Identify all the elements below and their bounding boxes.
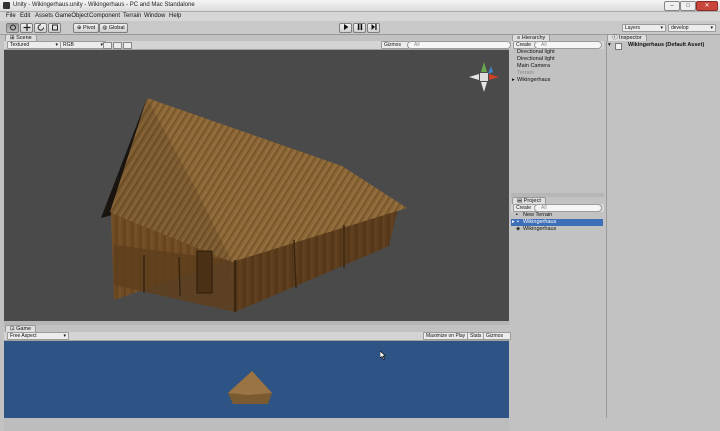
pivot-icon: ⊕ — [76, 25, 82, 31]
pause-icon — [357, 24, 362, 30]
game-viewport[interactable] — [4, 341, 509, 418]
game-toolbar: Free Aspect ▾ Maximize on Play Stats Gizm… — [4, 332, 511, 341]
move-tool-button[interactable] — [20, 23, 33, 33]
color-mode-label: RGB — [63, 42, 74, 48]
wikingerhaus-3d-model — [101, 98, 407, 312]
unity-app-icon — [3, 2, 10, 9]
panel-divider[interactable] — [4, 321, 509, 325]
project-foldout-icon[interactable]: ▸ — [512, 219, 515, 226]
global-toggle[interactable]: ◍ Global — [99, 23, 128, 33]
scene-gizmos-dropdown[interactable]: Gizmos — [381, 41, 409, 49]
hand-icon — [9, 24, 16, 31]
window-title: Unity - Wikingerhaus.unity - Wikingerhau… — [13, 2, 195, 8]
maximize-button[interactable]: □ — [680, 1, 696, 11]
step-button[interactable] — [367, 23, 380, 33]
layout-dropdown[interactable]: develop ▾ — [668, 24, 716, 32]
global-label: Global — [108, 25, 125, 31]
main-toolbar: ⊕ Pivot ◍ Global Layers ▾ develop ▾ — [0, 21, 720, 35]
scene-gizmos-label: Gizmos — [384, 42, 401, 48]
menu-gameobject[interactable]: GameObject — [55, 13, 89, 19]
hierarchy-list: Directional light Directional light Main… — [511, 49, 604, 193]
chevron-down-icon: ▾ — [660, 25, 663, 31]
hierarchy-item-main-camera[interactable]: Main Camera — [517, 63, 550, 70]
project-search-placeholder: All — [541, 205, 547, 211]
pivot-label: Pivot — [82, 25, 96, 31]
inspector-foldout-icon[interactable]: ▾ — [608, 42, 611, 49]
hierarchy-search-placeholder: All — [541, 42, 547, 48]
layers-dropdown[interactable]: Layers ▾ — [622, 24, 666, 32]
project-list: ▪ New Terrain ▸ ▪ Wikingerhaus ◈ Wikinge… — [511, 212, 604, 418]
game-gizmos-dropdown[interactable]: Gizmos — [483, 332, 511, 340]
project-search-input[interactable]: All — [534, 204, 602, 212]
window-title-bar: Unity - Wikingerhaus.unity - Wikingerhau… — [0, 0, 720, 12]
hierarchy-item-directional-light-2[interactable]: Directional light — [517, 56, 555, 63]
chevron-down-icon: ▾ — [63, 333, 66, 339]
scene-lighting-toggle[interactable] — [103, 42, 112, 49]
aspect-dropdown[interactable]: Free Aspect ▾ — [7, 332, 69, 340]
scene-toolbar: Textured ▾ RGB ▾ Gizmos All — [4, 41, 511, 50]
terrain-asset-icon: ▪ — [516, 212, 518, 218]
hierarchy-item-directional-light[interactable]: Directional light — [517, 49, 555, 56]
scene-image-toggle[interactable] — [113, 42, 122, 49]
project-create-dropdown[interactable]: Create — [513, 204, 536, 212]
hierarchy-search-input[interactable]: All — [534, 41, 602, 49]
scene-audio-toggle[interactable] — [123, 42, 132, 49]
stats-label: Stats — [470, 333, 482, 339]
layout-label: develop — [671, 25, 689, 31]
menu-file[interactable]: File — [6, 13, 16, 19]
hierarchy-item-wikingerhaus[interactable]: Wikingerhaus — [517, 77, 550, 84]
close-button[interactable]: ✕ — [696, 1, 718, 11]
scene-orientation-gizmo-icon[interactable] — [469, 62, 499, 92]
menu-edit[interactable]: Edit — [20, 13, 30, 19]
asset-checkbox[interactable] — [615, 43, 622, 50]
render-mode-dropdown[interactable]: Textured ▾ — [7, 41, 61, 49]
hierarchy-item-terrain[interactable]: Terrain — [517, 70, 534, 77]
scale-icon — [51, 24, 58, 31]
inspector-panel: ▾ Wikingerhaus (Default Asset) — [606, 41, 720, 418]
globe-icon: ◍ — [102, 25, 108, 31]
maximize-on-play-toggle[interactable]: Maximize on Play — [423, 332, 471, 340]
scene-search-input[interactable]: All — [407, 41, 511, 49]
chevron-down-icon: ▾ — [55, 42, 58, 48]
minimize-button[interactable]: – — [664, 1, 680, 11]
move-icon — [23, 24, 30, 31]
pause-button[interactable] — [353, 23, 366, 33]
menu-bar: File Edit Assets GameObject Component Te… — [0, 12, 720, 21]
rotate-tool-button[interactable] — [34, 23, 47, 33]
game-gizmos-label: Gizmos — [486, 333, 503, 339]
scene-asset-icon: ◈ — [516, 226, 521, 232]
scene-viewport[interactable] — [4, 50, 509, 321]
hierarchy-create-label: Create — [516, 42, 532, 48]
menu-component[interactable]: Component — [89, 13, 120, 19]
pivot-toggle[interactable]: ⊕ Pivot — [73, 23, 99, 33]
game-view-house — [228, 371, 272, 404]
color-mode-dropdown[interactable]: RGB ▾ — [60, 41, 106, 49]
project-item-wikingerhaus-selected[interactable]: Wikingerhaus — [523, 219, 556, 226]
hierarchy-create-dropdown[interactable]: Create — [513, 41, 536, 49]
menu-terrain[interactable]: Terrain — [123, 13, 141, 19]
rotate-icon — [37, 24, 44, 31]
aspect-label: Free Aspect — [10, 333, 37, 339]
step-icon — [371, 24, 377, 30]
hand-tool-button[interactable] — [6, 23, 19, 33]
mouse-cursor-icon — [380, 351, 386, 360]
project-item-wikingerhaus-scene[interactable]: Wikingerhaus — [523, 226, 556, 233]
menu-window[interactable]: Window — [144, 13, 165, 19]
status-bar — [4, 418, 509, 431]
model-asset-icon: ▪ — [517, 219, 519, 225]
layers-label: Layers — [625, 25, 641, 31]
hierarchy-foldout-icon[interactable]: ▸ — [512, 77, 515, 84]
menu-assets[interactable]: Assets — [35, 13, 53, 19]
project-create-label: Create — [516, 205, 532, 211]
chevron-down-icon: ▾ — [710, 25, 713, 31]
project-item-new-terrain[interactable]: New Terrain — [523, 212, 552, 219]
scene-search-placeholder: All — [414, 42, 420, 48]
maximize-label: Maximize on Play — [426, 333, 466, 339]
inspector-object-title: Wikingerhaus (Default Asset) — [628, 42, 705, 48]
render-mode-label: Textured — [10, 42, 30, 48]
play-button[interactable] — [339, 23, 352, 33]
play-icon — [343, 24, 348, 30]
scale-tool-button[interactable] — [48, 23, 61, 33]
menu-help[interactable]: Help — [169, 13, 181, 19]
